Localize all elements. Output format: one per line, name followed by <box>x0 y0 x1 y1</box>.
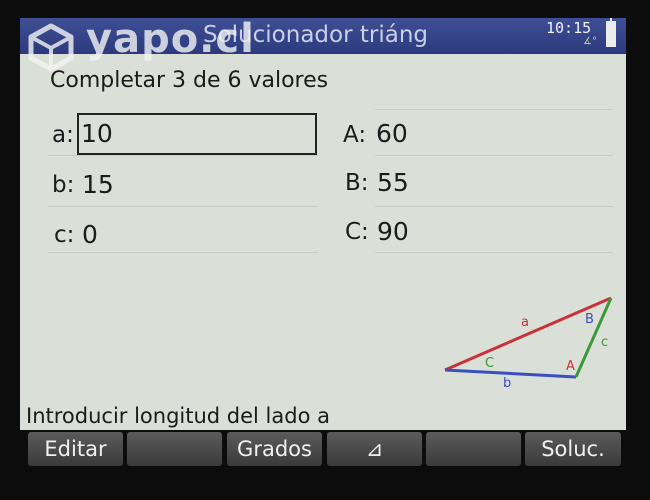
side-a-input[interactable] <box>77 113 317 155</box>
row-divider <box>375 252 613 253</box>
battery-icon <box>606 18 616 47</box>
field-label: C: <box>345 219 369 245</box>
watermark-logo: yapo.cl <box>26 18 254 72</box>
softkey-editar[interactable]: Editar <box>28 432 123 466</box>
row-divider <box>375 109 613 110</box>
watermark-text: yapo.cl <box>86 18 255 62</box>
softkey-menu: Editar Grados ⊿ Soluc. <box>20 430 626 470</box>
calculator-screen: Solucionador triáng 10:15 ∡° yapo.cl Com… <box>20 18 626 470</box>
field-value: 60 <box>376 119 408 148</box>
instruction-text: Completar 3 de 6 valores <box>50 68 329 93</box>
status-message: Introducir longitud del lado a <box>26 404 330 428</box>
side-b-label: b <box>503 376 511 391</box>
triangle-diagram: a b c C A B <box>444 296 613 391</box>
field-value: 55 <box>377 168 409 197</box>
row-divider <box>375 155 613 156</box>
cube-icon <box>28 23 74 72</box>
softkey-empty-2[interactable] <box>127 432 222 466</box>
row-divider <box>48 252 318 253</box>
row-divider <box>48 206 318 207</box>
angle-B-label: B <box>585 312 594 327</box>
field-value: 90 <box>377 217 409 246</box>
angle-A-label: A <box>566 359 575 374</box>
field-label: A: <box>343 122 367 148</box>
side-a-label: a <box>521 315 529 330</box>
softkey-soluc[interactable]: Soluc. <box>525 432 621 466</box>
row-divider <box>375 206 613 207</box>
side-a-line <box>444 296 612 372</box>
clock: 10:15 <box>546 19 592 37</box>
field-label: a: <box>52 122 74 148</box>
field-value: 15 <box>82 170 114 199</box>
row-divider <box>48 155 318 156</box>
angle-C-label: C <box>485 356 494 371</box>
field-value: 0 <box>82 220 98 249</box>
field-label: c: <box>54 222 75 248</box>
softkey-triangle-type[interactable]: ⊿ <box>327 432 422 466</box>
softkey-grados[interactable]: Grados <box>227 432 322 466</box>
field-label: b: <box>52 172 75 198</box>
angle-mode-indicator: ∡° <box>583 36 597 47</box>
softkey-empty-5[interactable] <box>426 432 521 466</box>
side-c-label: c <box>601 335 608 350</box>
field-value: 10 <box>81 119 113 148</box>
field-label: B: <box>345 170 369 196</box>
